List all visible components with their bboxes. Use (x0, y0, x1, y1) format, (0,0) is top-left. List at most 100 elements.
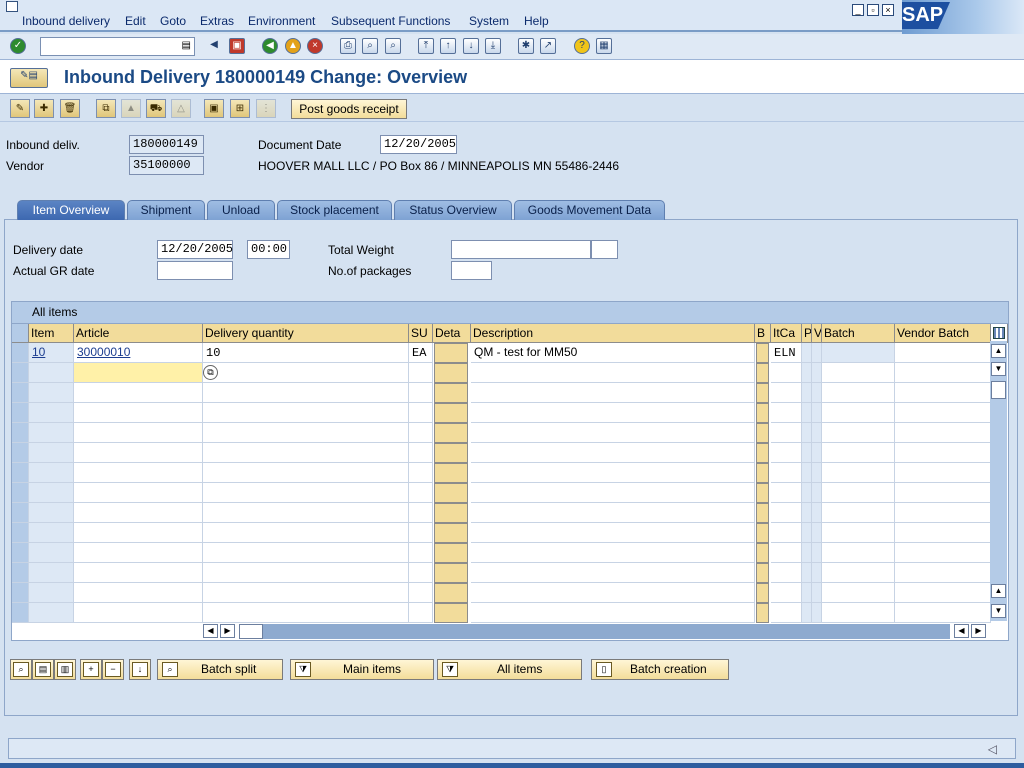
b-button[interactable] (756, 383, 769, 403)
all-items-button[interactable]: ⧩ All items (437, 659, 582, 680)
cell-article[interactable] (74, 423, 203, 443)
cell-batch[interactable] (822, 443, 895, 463)
details-icon[interactable]: ⌕ (10, 659, 32, 680)
cell-item[interactable] (29, 363, 74, 383)
cell-p[interactable] (802, 603, 812, 623)
delivery-time-field[interactable]: 00:00 (247, 240, 290, 259)
detail-button[interactable] (434, 583, 468, 603)
cell-v[interactable] (812, 483, 822, 503)
cell-v[interactable] (812, 443, 822, 463)
row-selector[interactable] (12, 523, 29, 543)
cell-p[interactable] (802, 543, 812, 563)
hierarchy-icon[interactable]: ⊞ (230, 99, 250, 118)
cell-p[interactable] (802, 383, 812, 403)
actual-gr-date-field[interactable] (157, 261, 233, 280)
shortcut-icon[interactable]: ↗ (540, 38, 556, 54)
item-value[interactable]: 10 (32, 345, 45, 359)
cell-qty[interactable] (203, 403, 409, 423)
cell-item[interactable] (29, 383, 74, 403)
cell-vbatch[interactable] (895, 603, 991, 623)
horizontal-scrollbar[interactable]: ◀ ▶ ◀ ▶ (203, 624, 988, 639)
cell-v[interactable] (812, 543, 822, 563)
cell-p[interactable] (802, 483, 812, 503)
packages-field[interactable] (451, 261, 492, 280)
header-batch[interactable]: Batch (822, 324, 895, 343)
cell-qty[interactable]: ⧉ (203, 363, 409, 383)
row-selector[interactable] (12, 343, 29, 363)
scroll-thumb[interactable] (991, 381, 1006, 399)
cell-v[interactable] (812, 503, 822, 523)
header-description[interactable]: Description (471, 324, 755, 343)
cell-article[interactable] (74, 443, 203, 463)
cell-v[interactable] (812, 463, 822, 483)
cell-vbatch[interactable] (895, 543, 991, 563)
header-article[interactable]: Article (74, 324, 203, 343)
scroll-right-icon[interactable]: ▶ (220, 624, 235, 638)
cell-p[interactable] (802, 363, 812, 383)
picture-icon[interactable]: ▲ (121, 99, 141, 118)
cell-v[interactable] (812, 383, 822, 403)
detail-button[interactable] (434, 523, 468, 543)
delete-row-icon[interactable]: − (102, 659, 124, 680)
cell-p[interactable] (802, 583, 812, 603)
create-icon[interactable]: ✚ (34, 99, 54, 118)
exit-icon[interactable]: ▲ (285, 38, 301, 54)
menu-help[interactable]: Help (524, 14, 549, 28)
cell-batch[interactable] (822, 523, 895, 543)
cell-su[interactable] (409, 503, 433, 523)
cell-qty[interactable] (203, 383, 409, 403)
batch-creation-button[interactable]: ▯ Batch creation (591, 659, 729, 680)
header-vendor-batch[interactable]: Vendor Batch (895, 324, 991, 343)
cell-itca[interactable] (771, 403, 802, 423)
cell-article[interactable] (74, 463, 203, 483)
tab-goods-movement-data[interactable]: Goods Movement Data (514, 200, 665, 220)
cell-itca[interactable] (771, 583, 802, 603)
cell-item[interactable] (29, 603, 74, 623)
cell-article[interactable] (74, 503, 203, 523)
create-session-icon[interactable]: ✱ (518, 38, 534, 54)
cell-article[interactable] (74, 543, 203, 563)
header-p[interactable]: P (802, 324, 812, 343)
cell-batch[interactable] (822, 563, 895, 583)
b-button[interactable] (756, 423, 769, 443)
header-su[interactable]: SU (409, 324, 433, 343)
cell-qty[interactable] (203, 563, 409, 583)
cell-p[interactable] (802, 463, 812, 483)
cell-item[interactable] (29, 563, 74, 583)
menu-environment[interactable]: Environment (248, 14, 315, 28)
detail-button[interactable] (434, 363, 468, 383)
total-weight-field[interactable] (451, 240, 591, 259)
cell-qty[interactable] (203, 523, 409, 543)
weight-unit-field[interactable] (591, 240, 618, 259)
cell-item[interactable] (29, 463, 74, 483)
cell-description[interactable] (471, 423, 755, 443)
cell-itca[interactable] (771, 563, 802, 583)
cell-su[interactable] (409, 563, 433, 583)
scroll-left-icon[interactable]: ◀ (206, 38, 222, 54)
delivery-date-field[interactable]: 12/20/2005 (157, 240, 233, 259)
cell-v[interactable] (812, 343, 822, 363)
b-button[interactable] (756, 523, 769, 543)
header-v[interactable]: V (812, 324, 822, 343)
cell-v[interactable] (812, 423, 822, 443)
detail-button[interactable] (434, 423, 468, 443)
cell-vbatch[interactable] (895, 423, 991, 443)
back-icon[interactable]: ◀ (262, 38, 278, 54)
cell-item[interactable] (29, 443, 74, 463)
cell-su[interactable] (409, 443, 433, 463)
cell-vbatch[interactable] (895, 403, 991, 423)
cell-description[interactable] (471, 523, 755, 543)
detail-button[interactable] (434, 563, 468, 583)
b-button[interactable] (756, 543, 769, 563)
hscroll-thumb[interactable] (239, 624, 263, 639)
cell-qty[interactable] (203, 543, 409, 563)
cell-description[interactable] (471, 583, 755, 603)
menu-goto[interactable]: Goto (160, 14, 186, 28)
find-next-icon[interactable]: ⌕ (385, 38, 401, 54)
cell-itca[interactable] (771, 443, 802, 463)
b-button[interactable] (756, 443, 769, 463)
cell-su[interactable] (409, 403, 433, 423)
row-selector[interactable] (12, 383, 29, 403)
menu-inbound-delivery[interactable]: Inbound delivery (22, 14, 110, 28)
detail-button[interactable] (434, 483, 468, 503)
